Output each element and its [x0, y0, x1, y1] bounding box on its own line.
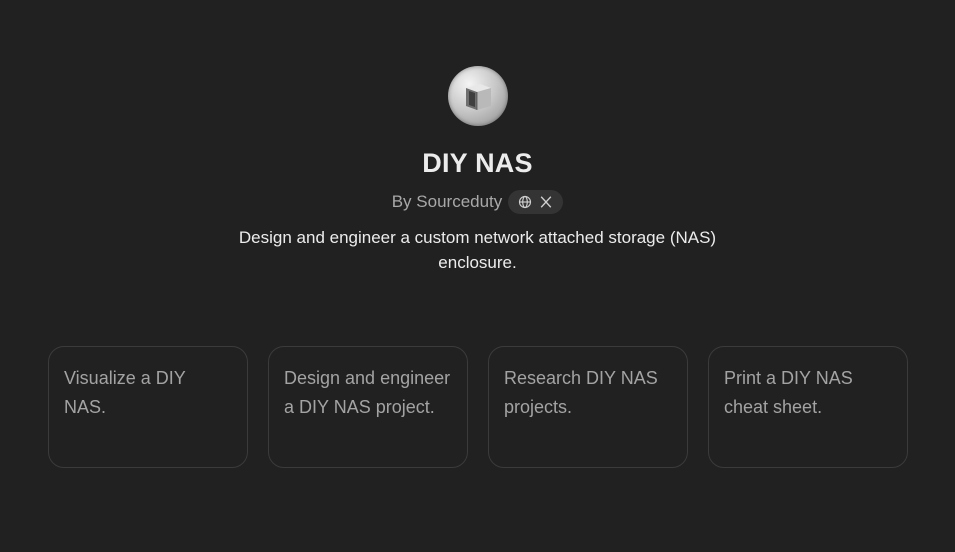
suggestion-card[interactable]: Design and engineer a DIY NAS project.	[268, 346, 468, 468]
suggestion-card[interactable]: Visualize a DIY NAS.	[48, 346, 248, 468]
suggestion-cards: Visualize a DIY NAS. Design and engineer…	[48, 346, 908, 468]
author-links	[508, 190, 564, 214]
gpt-header: DIY NAS By Sourceduty Design and enginee…	[0, 66, 955, 275]
suggestion-card[interactable]: Print a DIY NAS cheat sheet.	[708, 346, 908, 468]
gpt-landing: DIY NAS By Sourceduty Design and enginee…	[0, 0, 955, 552]
avatar	[447, 66, 508, 126]
byline: By Sourceduty	[392, 190, 564, 214]
nas-box-icon	[465, 84, 491, 110]
gpt-description: Design and engineer a custom network att…	[238, 228, 717, 272]
x-icon[interactable]	[538, 194, 554, 210]
author-label: By Sourceduty	[391, 192, 503, 211]
gpt-title: DIY NAS	[422, 148, 533, 178]
globe-icon[interactable]	[517, 194, 533, 210]
suggestion-card[interactable]: Research DIY NAS projects.	[488, 346, 688, 468]
